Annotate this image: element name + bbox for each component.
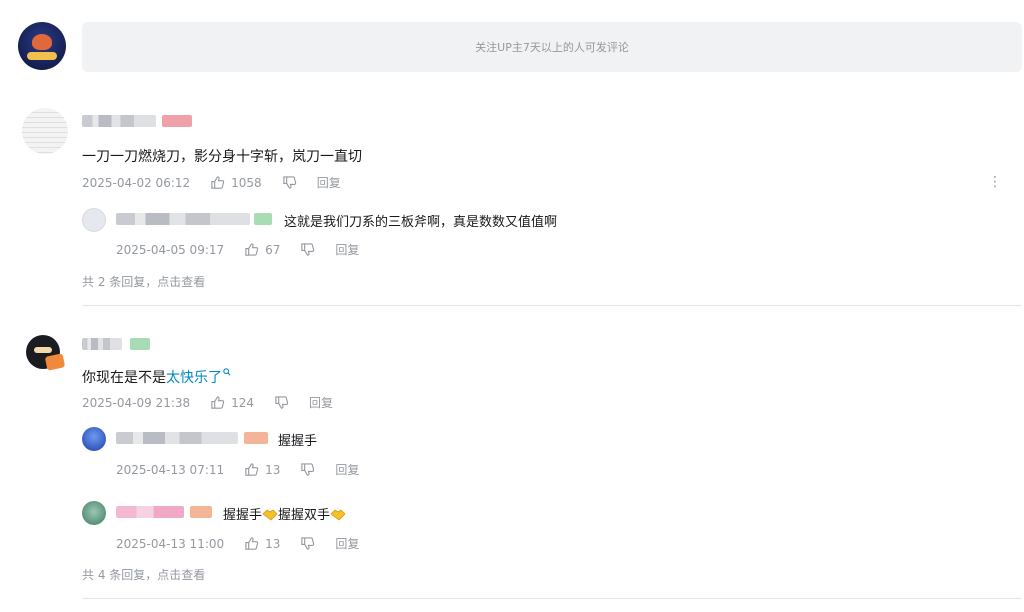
like-button[interactable]: 13	[244, 462, 280, 477]
thumbs-down-icon[interactable]	[274, 395, 289, 410]
comment-meta: 2025-04-02 06:12 1058 回复	[82, 174, 341, 191]
comment-avatar[interactable]	[20, 331, 68, 379]
reply-text-part: 握握手	[223, 508, 263, 523]
thumbs-up-icon	[211, 396, 225, 409]
like-count: 13	[265, 462, 281, 477]
thumbs-down-icon[interactable]	[300, 242, 315, 257]
reply-time: 2025-04-05 09:17	[116, 242, 225, 257]
reply-text: 握握手	[278, 434, 318, 449]
reply-text: 握握手 握握双手	[223, 504, 346, 523]
thumbs-up-icon	[245, 463, 259, 476]
like-count: 1058	[231, 175, 262, 190]
search-keyword-link[interactable]: 太快乐了	[166, 370, 222, 386]
reply-time: 2025-04-13 07:11	[116, 462, 225, 477]
comment-divider	[82, 305, 1022, 306]
reply-button[interactable]: 回复	[335, 535, 359, 552]
comment-divider	[82, 598, 1022, 599]
like-button[interactable]: 67	[244, 242, 280, 257]
comment-text: 你现在是不是太快乐了	[82, 367, 231, 387]
reply-button[interactable]: 回复	[335, 461, 359, 478]
reply-text: 这就是我们刀系的三板斧啊，真是数数又值值啊	[284, 215, 558, 230]
reply-button[interactable]: 回复	[335, 241, 359, 258]
comment-avatar[interactable]	[22, 108, 68, 154]
comment-username[interactable]	[82, 115, 192, 127]
view-more-replies-link[interactable]: 共 2 条回复，点击查看	[82, 273, 205, 290]
handshake-emoji-icon	[262, 509, 278, 521]
view-more-replies-link[interactable]: 共 4 条回复，点击查看	[82, 566, 205, 583]
comment-time: 2025-04-02 06:12	[82, 175, 191, 190]
comment-text-plain: 你现在是不是	[82, 370, 166, 386]
thumbs-up-icon	[245, 537, 259, 550]
notice-text: 关注UP主7天以上的人可发评论	[475, 41, 629, 54]
like-button[interactable]: 1058	[210, 175, 262, 190]
like-count: 13	[265, 536, 281, 551]
reply-meta: 2025-04-13 07:11 13 回复	[116, 461, 359, 478]
my-avatar[interactable]	[18, 22, 66, 70]
handshake-emoji-icon	[330, 509, 346, 521]
like-count: 67	[265, 242, 281, 257]
reply-time: 2025-04-13 11:00	[116, 536, 225, 551]
comment-text: 一刀一刀燃烧刀，影分身十字斩，岚刀一直切	[82, 149, 362, 165]
search-icon[interactable]	[223, 368, 231, 376]
like-button[interactable]: 124	[210, 395, 254, 410]
more-vertical-icon[interactable]: ⋮	[988, 174, 1002, 190]
reply-button[interactable]: 回复	[317, 174, 341, 191]
reply-avatar[interactable]	[82, 501, 106, 525]
thumbs-up-icon	[245, 243, 259, 256]
like-count: 124	[231, 395, 255, 410]
reply-username[interactable]	[116, 506, 212, 518]
reply-text-part: 握握双手	[278, 508, 331, 523]
reply-meta: 2025-04-13 11:00 13 回复	[116, 535, 359, 552]
thumbs-down-icon[interactable]	[300, 536, 315, 551]
thumbs-down-icon[interactable]	[300, 462, 315, 477]
thumbs-up-icon	[211, 176, 225, 189]
comment-meta: 2025-04-09 21:38 124 回复	[82, 394, 333, 411]
reply-avatar[interactable]	[82, 208, 106, 232]
like-button[interactable]: 13	[244, 536, 280, 551]
reply-avatar[interactable]	[82, 427, 106, 451]
thumbs-down-icon[interactable]	[282, 175, 297, 190]
reply-meta: 2025-04-05 09:17 67 回复	[116, 241, 359, 258]
comment-time: 2025-04-09 21:38	[82, 395, 191, 410]
reply-username[interactable]	[116, 213, 272, 225]
comment-input-disabled-notice[interactable]: 关注UP主7天以上的人可发评论	[82, 22, 1022, 72]
reply-button[interactable]: 回复	[309, 394, 333, 411]
comment-username[interactable]	[82, 338, 150, 350]
reply-username[interactable]	[116, 432, 268, 444]
